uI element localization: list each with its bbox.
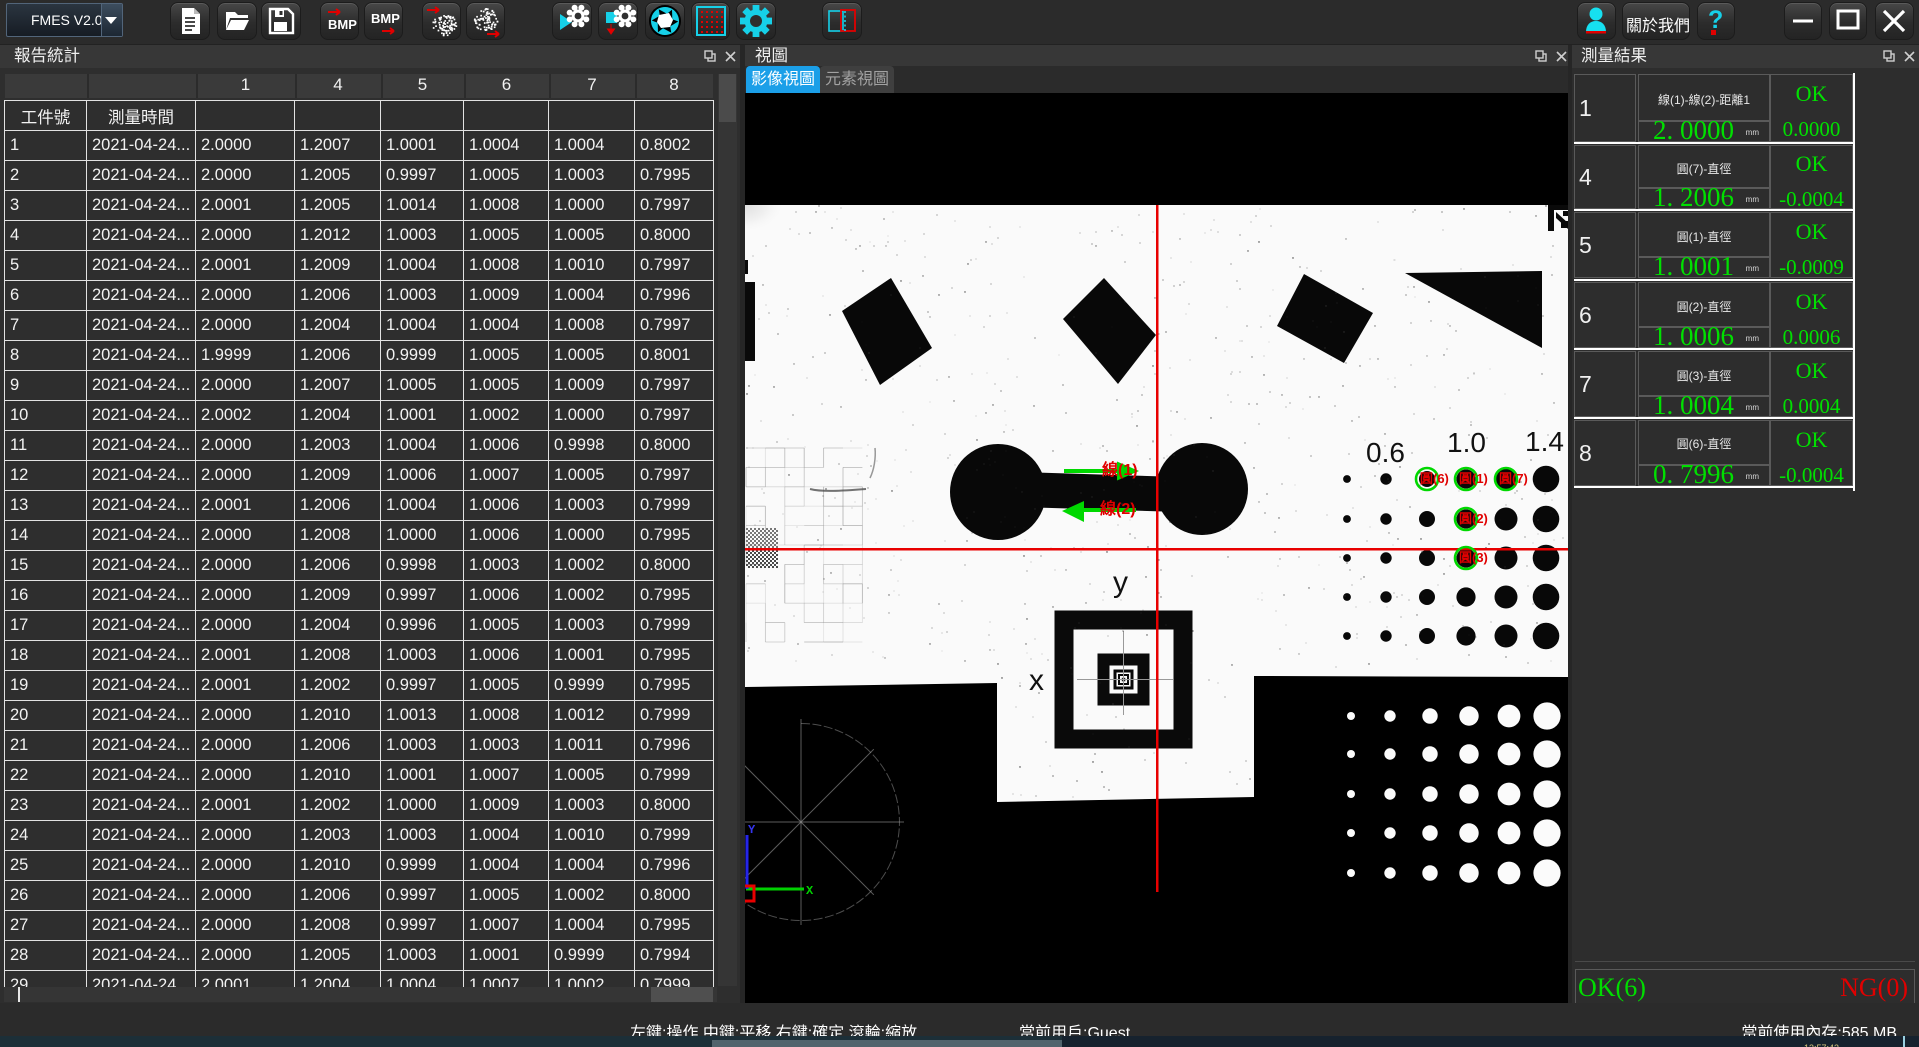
svg-text:BMP: BMP <box>371 11 400 26</box>
svg-text:?: ? <box>1708 6 1723 34</box>
svg-text:1.0: 1.0 <box>1447 427 1486 458</box>
svg-text:Y: Y <box>748 823 756 837</box>
svg-text:線(1): 線(1) <box>1102 460 1138 479</box>
svg-text:BMP: BMP <box>328 17 357 32</box>
svg-text:0.6: 0.6 <box>1366 437 1405 468</box>
svg-text:圓(6): 圓(6) <box>1420 471 1449 486</box>
svg-text:圓(7): 圓(7) <box>1499 471 1528 486</box>
svg-text:圓(2): 圓(2) <box>1459 511 1488 526</box>
svg-text:1.4: 1.4 <box>1525 426 1564 457</box>
svg-text:y: y <box>1113 566 1128 599</box>
svg-text:圓(1): 圓(1) <box>1459 471 1488 486</box>
svg-text:x: x <box>1029 664 1044 697</box>
svg-text:圓(3): 圓(3) <box>1459 550 1488 565</box>
svg-text:線(2): 線(2) <box>1100 499 1136 518</box>
svg-text:X: X <box>806 884 814 898</box>
